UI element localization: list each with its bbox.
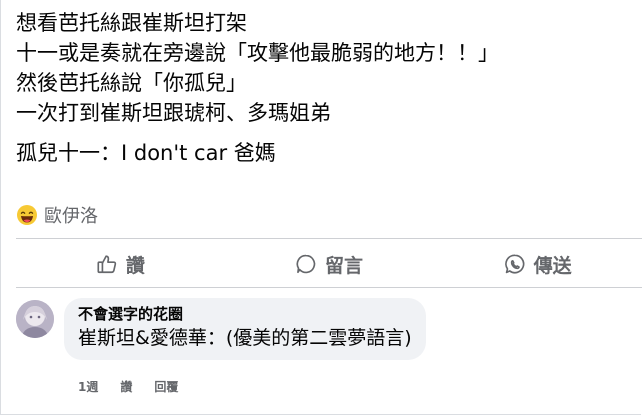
post-text-line: 孤兒十一：I don't car 爸媽 xyxy=(16,141,276,165)
post-actions: 讚 留言 傳送 xyxy=(16,242,642,286)
post-text-line: 一次打到崔斯坦跟琥柯、多瑪姐弟 xyxy=(16,101,331,125)
post-text-line: 想看芭托絲跟崔斯坦打架 xyxy=(16,11,247,35)
comment-like-button[interactable]: 讚 xyxy=(120,378,132,395)
messenger-icon xyxy=(504,254,525,274)
divider xyxy=(16,238,642,239)
reaction-names: 歐伊洛 xyxy=(44,206,98,227)
like-button[interactable]: 讚 xyxy=(16,242,225,286)
comment-timestamp[interactable]: 1週 xyxy=(78,378,98,395)
avatar-image xyxy=(16,300,54,338)
comment-author[interactable]: 不會選字的花圈 xyxy=(78,304,412,324)
divider xyxy=(16,287,642,288)
comment-meta: 1週 讚 回覆 xyxy=(78,378,178,395)
reaction-summary[interactable]: 歐伊洛 xyxy=(16,201,98,229)
send-button[interactable]: 傳送 xyxy=(433,242,642,286)
comment-button[interactable]: 留言 xyxy=(225,242,434,286)
post-body: 想看芭托絲跟崔斯坦打架 十一或是奏就在旁邊說「攻擊他最脆弱的地方！！」 然後芭托… xyxy=(16,8,626,168)
comment-label: 留言 xyxy=(325,254,364,277)
comment-text: 崔斯坦&愛德華：(優美的第二雲夢語言) xyxy=(78,327,412,349)
like-label: 讚 xyxy=(125,254,145,277)
post-text-line: 然後芭托絲說「你孤兒」 xyxy=(16,71,247,95)
laughing-face-icon xyxy=(17,205,37,225)
comment-icon xyxy=(296,254,316,274)
comment-reply-button[interactable]: 回覆 xyxy=(154,378,178,395)
thumbs-up-icon xyxy=(97,255,116,274)
avatar[interactable] xyxy=(16,300,54,338)
comment-bubble: 不會選字的花圈 崔斯坦&愛德華：(優美的第二雲夢語言) xyxy=(64,298,426,360)
post-text-line: 十一或是奏就在旁邊說「攻擊他最脆弱的地方！！」 xyxy=(16,41,499,65)
send-label: 傳送 xyxy=(533,254,572,277)
